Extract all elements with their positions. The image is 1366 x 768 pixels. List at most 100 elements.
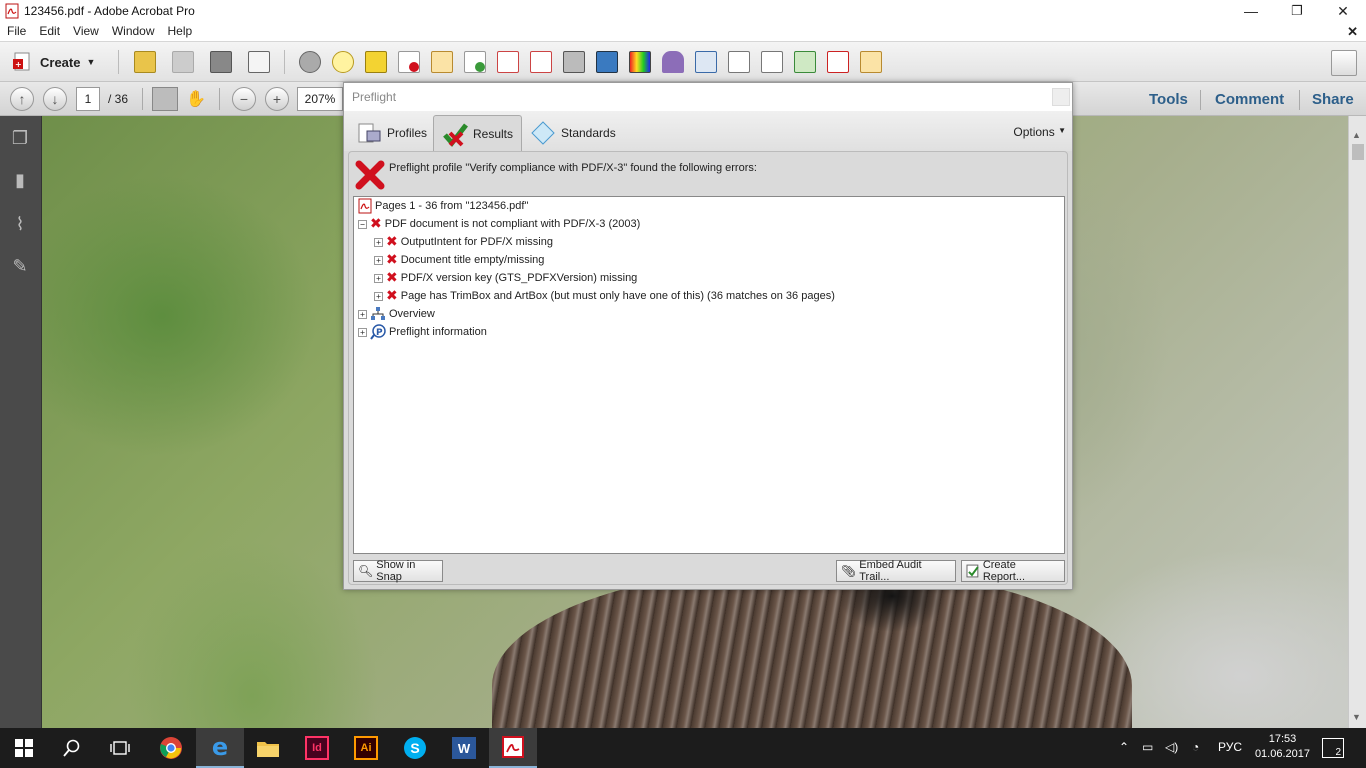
tree-row-compliance[interactable]: − ✖ PDF document is not compliant with P… [358,215,640,233]
tools-pane-button[interactable]: Tools [1149,91,1188,108]
extract-icon[interactable] [497,51,519,73]
print-icon[interactable] [210,51,232,73]
preflight-icon[interactable] [563,51,585,73]
upload-icon[interactable] [794,51,816,73]
show-hidden-icons[interactable]: ⌃ [1119,740,1129,754]
redact-icon[interactable] [530,51,552,73]
page-number-input[interactable]: 1 [76,87,100,111]
zoom-out-icon[interactable]: − [232,87,256,111]
action-center-icon[interactable]: 2 [1322,738,1344,758]
select-tool-icon[interactable] [152,87,178,111]
close-document-button[interactable]: ✕ [1347,24,1358,40]
maximize-button[interactable]: ❐ [1274,0,1320,22]
menu-edit[interactable]: Edit [32,22,66,38]
next-page-icon[interactable]: ↓ [43,87,67,111]
comment-icon[interactable] [332,51,354,73]
zoom-level-input[interactable]: 207% [297,87,343,111]
notification-count: 2 [1335,747,1341,758]
combine-icon[interactable] [464,51,486,73]
expand-icon[interactable] [1331,50,1357,76]
start-button[interactable] [0,728,48,768]
profiles-icon [358,123,381,143]
tab-profiles[interactable]: Profiles [348,115,435,151]
document-photo [492,566,1132,728]
illustrator-icon: Ai [354,736,378,760]
clock[interactable]: 17:53 01.06.2017 [1255,732,1310,762]
show-in-snap-button[interactable]: 🔍︎ Show in Snap [353,559,443,583]
minimize-button[interactable]: — [1228,0,1274,22]
taskbar-edge[interactable]: e [196,728,244,768]
tree-row-trimbox[interactable]: + ✖ Page has TrimBox and ArtBox (but mus… [374,287,835,305]
options-menu[interactable]: Options ▼ [1013,125,1066,139]
taskbar-chrome[interactable] [147,728,195,768]
page-thumbnails-icon[interactable]: ❐ [10,128,30,150]
battery-icon[interactable]: ▭ [1142,740,1153,754]
bookmarks-icon[interactable]: ▮ [10,170,30,192]
menu-help[interactable]: Help [161,22,199,38]
volume-icon[interactable]: ◁) [1165,740,1178,754]
results-tree[interactable]: Pages 1 - 36 from "123456.pdf" − ✖ PDF d… [353,196,1065,554]
tab-results[interactable]: Results [433,115,523,151]
tree-row-versionkey[interactable]: + ✖ PDF/X version key (GTS_PDFXVersion) … [374,269,637,287]
tree-row-overview[interactable]: + Overview [358,305,435,323]
taskbar-illustrator[interactable]: Ai [342,728,390,768]
collapse-icon[interactable]: − [358,219,367,229]
task-view-button[interactable] [96,728,144,768]
expand-icon[interactable]: + [374,291,383,301]
previous-page-icon[interactable]: ↑ [10,87,34,111]
taskbar-explorer[interactable] [244,728,292,768]
expand-icon[interactable]: + [358,327,367,337]
open-icon[interactable] [134,51,156,73]
vertical-scrollbar[interactable]: ▲ ▼ [1348,116,1366,728]
crop-icon[interactable] [728,51,750,73]
hand-tool-icon[interactable]: ✋ [186,89,206,109]
comment-pane-button[interactable]: Comment [1215,91,1284,108]
share-pane-button[interactable]: Share [1312,91,1354,108]
preflight-title: Preflight [352,90,397,104]
signatures-icon[interactable]: ✎ [10,256,30,278]
taskbar-acrobat[interactable] [489,728,537,768]
embed-audit-trail-button[interactable]: 📎︎ Embed Audit Trail... [836,559,956,583]
acrobat-icon[interactable] [827,51,849,73]
ink-icon[interactable] [662,51,684,73]
close-button[interactable]: ✕ [1320,0,1366,22]
tab-standards[interactable]: Standards [522,115,624,151]
dialog-close-button[interactable] [1052,88,1070,106]
expand-icon[interactable]: + [374,255,383,265]
create-button[interactable]: + Create ▼ [8,48,104,76]
tree-row-doctitle[interactable]: + ✖ Document title empty/missing [374,251,544,269]
create-label: Create [40,54,81,70]
taskbar-word[interactable]: W [440,728,488,768]
highlight-icon[interactable] [365,51,387,73]
menu-file[interactable]: File [0,22,32,38]
settings-icon[interactable] [299,51,321,73]
zoom-in-icon[interactable]: + [265,87,289,111]
expand-icon[interactable]: + [358,309,367,319]
scroll-down-icon[interactable]: ▼ [1352,712,1361,722]
stamp-icon[interactable] [596,51,618,73]
color-icon[interactable] [629,51,651,73]
tree-row-outputintent[interactable]: + ✖ OutputIntent for PDF/X missing [374,233,553,251]
scroll-up-icon[interactable]: ▲ [1352,130,1361,140]
tree-row-pages[interactable]: Pages 1 - 36 from "123456.pdf" [358,197,528,215]
taskbar-skype[interactable]: S [391,728,439,768]
create-report-button[interactable]: Create Report... [961,559,1065,583]
menu-view[interactable]: View [66,22,105,38]
taskbar-indesign[interactable]: Id [293,728,341,768]
network-icon[interactable]: ◔ [1192,740,1199,754]
expand-icon[interactable]: + [374,237,383,247]
forms-icon[interactable] [860,51,882,73]
export-icon[interactable] [431,51,453,73]
scrollbar-thumb[interactable] [1352,144,1364,160]
menu-window[interactable]: Window [105,22,161,38]
tree-row-preflight-info[interactable]: + P Preflight information [358,323,487,341]
convert-icon[interactable] [695,51,717,73]
attachments-icon[interactable]: ⌇ [10,214,30,236]
save-icon[interactable] [172,51,194,73]
email-icon[interactable] [248,51,270,73]
expand-icon[interactable]: + [374,273,383,283]
search-button[interactable] [48,728,96,768]
input-language[interactable]: РУС [1218,740,1242,754]
delete-icon[interactable] [398,51,420,73]
edit-icon[interactable] [761,51,783,73]
